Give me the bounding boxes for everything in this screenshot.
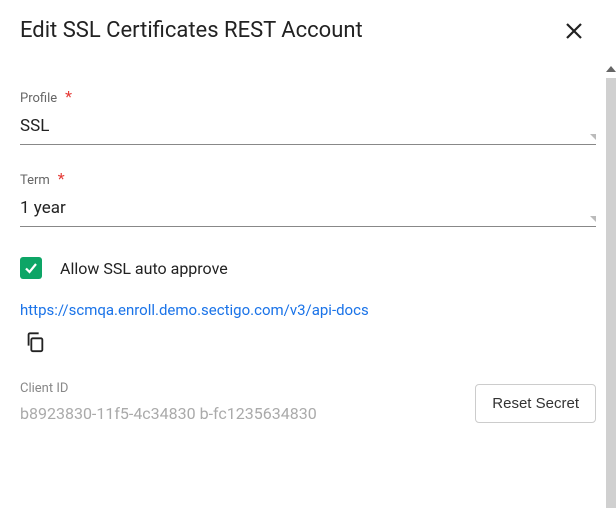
term-field: Term * 1 year [20, 169, 596, 227]
term-label-row: Term * [20, 169, 596, 188]
auto-approve-row: Allow SSL auto approve [20, 257, 596, 279]
reset-secret-button[interactable]: Reset Secret [475, 384, 596, 423]
client-id-section: Client ID b8923830-11f5-4c34830 b-fc1235… [20, 381, 596, 423]
dialog-title: Edit SSL Certificates REST Account [20, 18, 363, 43]
client-id-value: b8923830-11f5-4c34830 b-fc1235634830 [20, 404, 463, 423]
client-id-label: Client ID [20, 381, 463, 396]
profile-label-row: Profile * [20, 87, 596, 106]
scroll-up-icon[interactable] [606, 66, 616, 72]
edit-ssl-rest-account-dialog: Edit SSL Certificates REST Account Profi… [0, 0, 616, 512]
scrollbar-thumb[interactable] [606, 78, 616, 508]
required-marker: * [58, 169, 65, 188]
profile-label: Profile [20, 91, 57, 106]
profile-field: Profile * SSL [20, 87, 596, 145]
term-value: 1 year [20, 198, 596, 218]
client-id-block: Client ID b8923830-11f5-4c34830 b-fc1235… [20, 381, 463, 423]
term-label: Term [20, 173, 50, 188]
term-select[interactable]: 1 year [20, 198, 596, 227]
check-icon [23, 260, 39, 276]
profile-value: SSL [20, 116, 596, 136]
copy-icon [24, 331, 46, 353]
profile-select[interactable]: SSL [20, 116, 596, 145]
close-button[interactable] [562, 19, 586, 43]
dialog-header: Edit SSL Certificates REST Account [0, 0, 616, 53]
copy-url-button[interactable] [20, 327, 50, 357]
close-icon [564, 21, 584, 41]
api-docs-link[interactable]: https://scmqa.enroll.demo.sectigo.com/v3… [20, 301, 596, 319]
auto-approve-checkbox[interactable] [20, 257, 42, 279]
dialog-content: Profile * SSL Term * 1 year [0, 53, 616, 505]
chevron-down-icon [590, 134, 596, 140]
auto-approve-label: Allow SSL auto approve [60, 259, 228, 278]
chevron-down-icon [590, 216, 596, 222]
required-marker: * [65, 87, 72, 106]
